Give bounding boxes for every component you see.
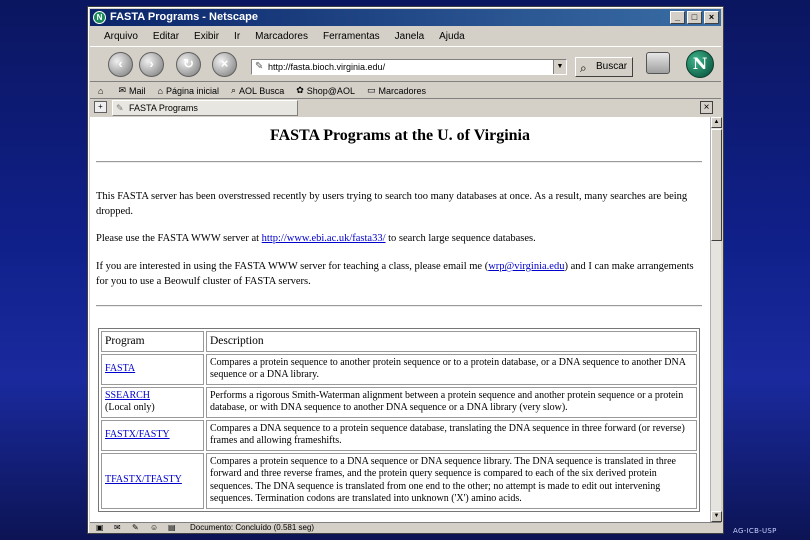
menu-marcadores[interactable]: Marcadores <box>255 31 308 42</box>
close-button[interactable]: × <box>704 11 719 24</box>
tab-fasta-programs[interactable]: ✎ FASTA Programs <box>112 100 298 116</box>
program-link-ssearch[interactable]: SSEARCH <box>105 390 150 401</box>
search-icon: ⌕ <box>580 61 587 75</box>
program-cell: FASTX/FASTY <box>101 419 204 451</box>
tab-strip: + ✎ FASTA Programs × <box>90 98 721 116</box>
table-header-row: Program Description <box>101 331 697 352</box>
program-link-fasta[interactable]: FASTA <box>105 363 135 374</box>
server-notice: This FASTA server has been overstressed … <box>96 191 688 217</box>
divider <box>96 161 702 163</box>
page-title: FASTA Programs at the U. of Virginia <box>270 127 530 144</box>
table-row: SSEARCH (Local only) Performs a rigorous … <box>101 386 697 418</box>
bookmark-pagina-inicial[interactable]: ⌂ Página inicial <box>158 86 219 96</box>
description-cell: Compares a protein sequence to another p… <box>206 353 697 385</box>
menu-janela[interactable]: Janela <box>395 31 424 42</box>
menu-exibir[interactable]: Exibir <box>194 31 219 42</box>
program-link-tfastx[interactable]: TFASTX/TFASTY <box>105 474 182 485</box>
description-cell: Performs a rigorous Smith-Waterman align… <box>206 386 697 418</box>
page-icon: ✎ <box>116 103 124 113</box>
maximize-button[interactable]: □ <box>687 11 702 24</box>
page-content[interactable]: FASTA Programs at the U. of Virginia Thi… <box>90 117 710 522</box>
close-tab-icon[interactable]: × <box>700 101 713 114</box>
menu-ajuda[interactable]: Ajuda <box>439 31 465 42</box>
menu-ferramentas[interactable]: Ferramentas <box>323 31 380 42</box>
description-cell: Compares a DNA sequence to a protein seq… <box>206 419 697 451</box>
address-book-icon[interactable]: ▤ <box>168 523 176 533</box>
home-icon: ⌂ <box>157 85 163 96</box>
tab-label: FASTA Programs <box>129 103 198 113</box>
menu-arquivo[interactable]: Arquivo <box>104 31 138 42</box>
navigation-toolbar: ‹ › ↻ × ✎ http://fasta.bioch.virginia.ed… <box>90 46 721 82</box>
bookmark-aol-busca[interactable]: ⌕ AOL Busca <box>231 85 284 96</box>
program-link-fastx[interactable]: FASTX/FASTY <box>105 429 170 440</box>
teaching-paragraph: If you are interested in using the FASTA… <box>96 261 694 287</box>
program-note: (Local only) <box>105 402 155 413</box>
email-link[interactable]: wrp@virginia.edu <box>488 261 564 272</box>
program-cell: FASTA <box>101 353 204 385</box>
bookmarks-toolbar: ⌂ ✉ Mail ⌂ Página inicial ⌕ AOL Busca ✿ Shop… <box>90 83 721 98</box>
minimize-button[interactable]: _ <box>670 11 685 24</box>
table-row: FASTX/FASTY Compares a DNA sequence to a… <box>101 419 697 451</box>
chevron-down-icon[interactable]: ▼ <box>553 60 566 74</box>
chat-icon[interactable]: ☺ <box>150 523 158 533</box>
scroll-up-icon[interactable]: ▲ <box>711 117 722 128</box>
bookmark-mail[interactable]: ✉ Mail <box>118 85 145 96</box>
navigator-icon[interactable]: ▣ <box>96 523 104 533</box>
search-icon: ⌕ <box>230 85 237 95</box>
browser-window: N FASTA Programs - Netscape _ □ × Arquiv… <box>87 6 724 534</box>
mail-icon[interactable]: ✉ <box>114 523 121 533</box>
printer-icon[interactable] <box>646 52 670 74</box>
search-button[interactable]: ⌕ Buscar <box>575 57 633 77</box>
table-row: TFASTX/TFASTY Compares a protein sequenc… <box>101 452 697 509</box>
back-arrow-icon[interactable]: ‹ <box>108 52 133 77</box>
scroll-thumb[interactable] <box>711 129 722 241</box>
scroll-down-icon[interactable]: ▼ <box>711 511 722 522</box>
url-text: http://fasta.bioch.virginia.edu/ <box>268 62 386 72</box>
bookmark-shop-aol[interactable]: ✿ Shop@AOL <box>296 85 355 96</box>
vertical-scrollbar[interactable]: ▲ ▼ <box>710 117 722 522</box>
ebi-paragraph: Please use the FASTA WWW server at http:… <box>96 233 536 244</box>
divider <box>96 305 702 307</box>
title-bar[interactable]: N FASTA Programs - Netscape _ □ × <box>90 9 721 26</box>
search-label: Buscar <box>596 61 628 72</box>
status-text: Documento: Concluído (0.581 seg) <box>190 523 315 532</box>
menu-ir[interactable]: Ir <box>234 31 240 42</box>
program-cell: TFASTX/TFASTY <box>101 452 204 509</box>
slide-caption: AG-ICB-USP <box>733 527 777 535</box>
ebi-link[interactable]: http://www.ebi.ac.uk/fasta33/ <box>262 233 386 244</box>
programs-table: Program Description FASTA Compares a pro… <box>98 328 700 512</box>
bookmark-marcadores[interactable]: ▭ Marcadores <box>367 85 426 96</box>
bookmark-home[interactable]: ⌂ <box>98 86 106 96</box>
shop-icon: ✿ <box>296 85 304 95</box>
header-program: Program <box>101 331 204 352</box>
description-cell: Compares a protein sequence to a DNA seq… <box>206 452 697 509</box>
menu-editar[interactable]: Editar <box>153 31 179 42</box>
netscape-logo-icon[interactable]: N <box>686 50 714 78</box>
forward-arrow-icon[interactable]: › <box>139 52 164 77</box>
mail-icon: ✉ <box>118 85 126 95</box>
window-title: FASTA Programs - Netscape <box>110 11 258 23</box>
table-row: FASTA Compares a protein sequence to ano… <box>101 353 697 385</box>
new-tab-icon[interactable]: + <box>94 101 107 113</box>
url-input[interactable]: ✎ http://fasta.bioch.virginia.edu/ ▼ <box>251 59 567 75</box>
menu-bar: Arquivo Editar Exibir Ir Marcadores Ferr… <box>90 27 721 45</box>
status-bar: ▣ ✉ ✎ ☺ ▤ Documento: Concluído (0.581 se… <box>90 522 721 533</box>
location-icon: ✎ <box>255 61 264 72</box>
program-cell: SSEARCH (Local only) <box>101 386 204 418</box>
composer-icon[interactable]: ✎ <box>132 523 139 533</box>
netscape-icon: N <box>93 11 106 24</box>
bookmark-icon: ▭ <box>366 85 376 95</box>
stop-icon[interactable]: × <box>212 52 237 77</box>
home-icon: ⌂ <box>98 85 104 96</box>
reload-icon[interactable]: ↻ <box>176 52 201 77</box>
header-description: Description <box>206 331 697 352</box>
